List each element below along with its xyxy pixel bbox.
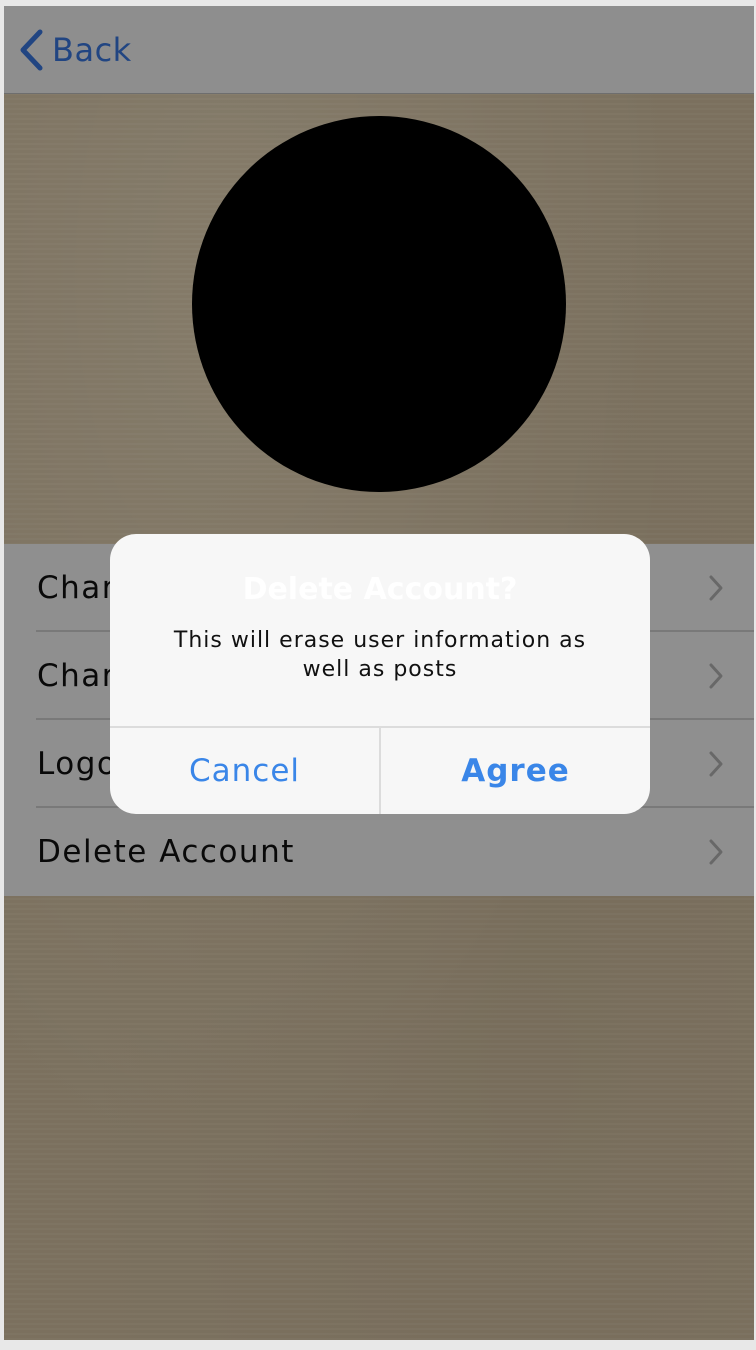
dialog-message: This will erase user information as well… xyxy=(173,628,587,682)
app-screen: Back Change Password Change Username Log… xyxy=(4,6,754,1340)
delete-account-dialog: Delete Account? This will erase user inf… xyxy=(110,534,650,814)
agree-button[interactable]: Agree xyxy=(381,728,650,814)
dialog-title: Delete Account? xyxy=(242,572,518,607)
dialog-button-row: Cancel Agree xyxy=(110,726,650,814)
cancel-button[interactable]: Cancel xyxy=(110,728,381,814)
